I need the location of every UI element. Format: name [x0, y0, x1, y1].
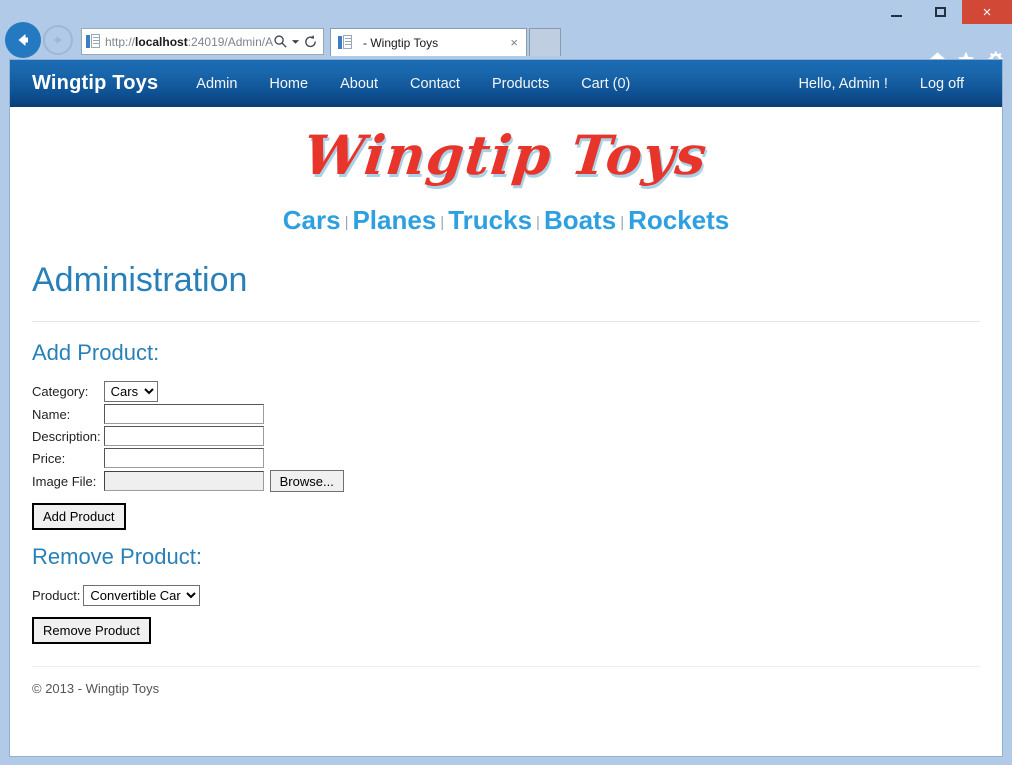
site-logo: Wingtip Toys	[10, 107, 1002, 193]
minimize-button[interactable]	[874, 0, 918, 24]
maximize-button[interactable]	[918, 0, 962, 24]
category-label: Category:	[32, 384, 89, 400]
site-navbar: Wingtip Toys Admin Home About Contact Pr…	[10, 60, 1002, 107]
user-greeting-link[interactable]: Hello, Admin !	[782, 76, 903, 92]
back-arrow-icon	[18, 34, 28, 46]
search-icon[interactable]	[273, 34, 288, 49]
page-favicon	[86, 34, 101, 49]
new-tab-button[interactable]	[529, 28, 561, 56]
browser-window: × http://localhost:24019/Admin/A - Wingt…	[0, 0, 1012, 765]
address-bar-icons	[273, 34, 321, 49]
tab-close-icon[interactable]: ×	[507, 35, 521, 50]
tab-strip: - Wingtip Toys ×	[330, 28, 561, 60]
form-row-name: Name:	[32, 403, 344, 425]
description-input[interactable]	[103, 426, 264, 447]
minimize-icon	[890, 14, 902, 17]
page-viewport: Wingtip Toys Admin Home About Contact Pr…	[9, 59, 1003, 757]
add-product-form: Category: Cars Name: Description: Price:…	[32, 380, 344, 493]
name-input[interactable]	[103, 404, 264, 425]
remove-product-button[interactable]: Remove Product	[32, 617, 151, 645]
product-select[interactable]: Convertible Car	[83, 585, 201, 607]
title-divider	[32, 321, 980, 323]
form-row-description: Description:	[32, 425, 344, 447]
url-protocol: http://	[105, 35, 136, 48]
browser-toolbar: http://localhost:24019/Admin/A - Wingtip…	[0, 22, 1012, 67]
category-separator: |	[344, 214, 349, 231]
nav-item-admin[interactable]: Admin	[180, 76, 253, 92]
site-footer: © 2013 - Wingtip Toys	[10, 666, 1002, 696]
address-bar[interactable]: http://localhost:24019/Admin/A	[81, 28, 324, 55]
close-icon: ×	[982, 3, 992, 21]
page-title: Administration	[32, 261, 248, 299]
price-input[interactable]	[103, 448, 264, 469]
form-row-price: Price:	[32, 447, 344, 469]
category-links: Cars | Planes | Trucks | Boats | Rockets	[10, 193, 1002, 246]
image-file-label: Image File:	[32, 473, 97, 489]
browse-button[interactable]: Browse...	[269, 470, 344, 493]
nav-item-contact[interactable]: Contact	[394, 76, 476, 92]
category-link-cars[interactable]: Cars	[283, 205, 341, 235]
forward-button[interactable]	[43, 25, 73, 55]
chevron-down-icon[interactable]	[291, 37, 300, 46]
url-path: :24019/Admin/A	[187, 35, 273, 48]
category-link-trucks[interactable]: Trucks	[448, 205, 532, 235]
category-select[interactable]: Cars	[103, 381, 158, 403]
form-row-product: Product: Convertible Car	[32, 584, 201, 607]
category-link-rockets[interactable]: Rockets	[628, 205, 729, 235]
category-separator: |	[440, 214, 445, 231]
nav-item-cart[interactable]: Cart (0)	[565, 76, 646, 92]
browser-tab[interactable]: - Wingtip Toys ×	[330, 28, 527, 56]
user-nav-links: Hello, Admin ! Log off	[782, 76, 980, 92]
url-text: http://localhost:24019/Admin/A	[105, 36, 273, 48]
tab-title: - Wingtip Toys	[363, 35, 439, 50]
price-label: Price:	[32, 450, 66, 466]
close-window-button[interactable]: ×	[962, 0, 1012, 24]
description-label: Description:	[32, 428, 101, 444]
nav-item-products[interactable]: Products	[476, 76, 565, 92]
footer-divider	[32, 666, 980, 668]
category-link-boats[interactable]: Boats	[544, 205, 616, 235]
category-separator: |	[536, 214, 540, 231]
category-separator: |	[620, 214, 625, 231]
maximize-icon	[934, 7, 946, 17]
form-row-image: Image File: Browse...	[32, 469, 344, 493]
site-logo-text: Wingtip Toys	[301, 123, 711, 187]
main-content: Administration Add Product: Category: Ca…	[10, 261, 1002, 645]
remove-product-form: Product: Convertible Car	[32, 584, 201, 607]
add-product-heading: Add Product:	[32, 340, 160, 366]
navigation-buttons	[5, 22, 73, 58]
remove-product-heading: Remove Product:	[32, 544, 202, 570]
back-button[interactable]	[5, 22, 41, 58]
logoff-link[interactable]: Log off	[904, 76, 980, 92]
add-product-button[interactable]: Add Product	[32, 503, 126, 531]
tab-favicon	[338, 35, 353, 50]
copyright-text: © 2013 - Wingtip Toys	[32, 681, 160, 697]
forward-arrow-icon	[54, 36, 62, 44]
url-host: localhost	[135, 35, 188, 48]
name-label: Name:	[32, 406, 71, 422]
product-label: Product:	[32, 588, 81, 604]
form-row-category: Category: Cars	[32, 380, 344, 403]
site-brand[interactable]: Wingtip Toys	[32, 72, 158, 95]
category-link-planes[interactable]: Planes	[352, 205, 436, 235]
image-file-path-field[interactable]	[103, 471, 264, 492]
refresh-icon[interactable]	[303, 34, 318, 49]
image-file-input-group: Browse...	[103, 470, 344, 493]
primary-nav-links: Admin Home About Contact Products Cart (…	[180, 76, 646, 92]
nav-item-home[interactable]: Home	[253, 76, 324, 92]
nav-item-about[interactable]: About	[324, 76, 394, 92]
